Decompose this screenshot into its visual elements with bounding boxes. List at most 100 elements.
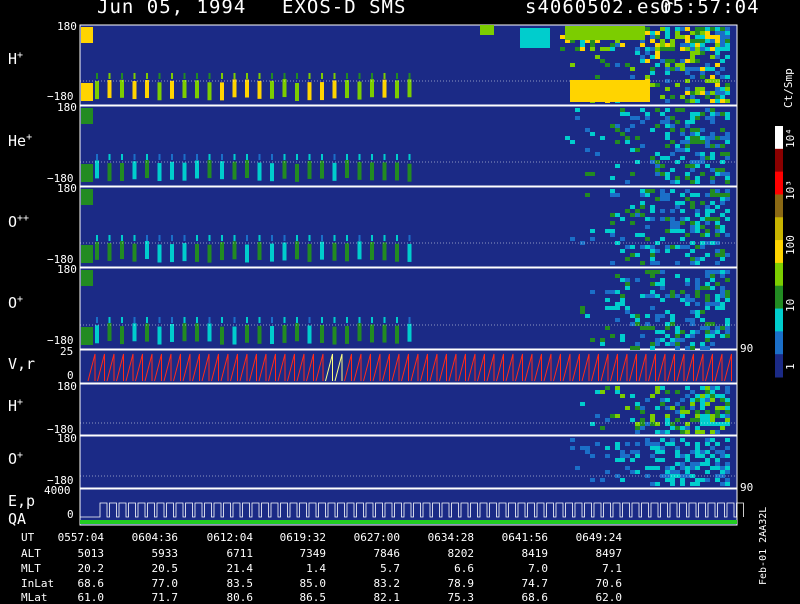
table-cell: 7349 xyxy=(299,547,327,560)
flux-cell xyxy=(645,438,650,442)
flux-cell xyxy=(650,257,655,261)
flux-cell xyxy=(695,209,700,213)
spin-burst-top xyxy=(308,154,311,160)
flux-cell xyxy=(690,39,695,43)
spin-burst xyxy=(395,243,399,262)
flux-cell xyxy=(705,164,710,168)
flux-cell xyxy=(665,124,670,128)
flux-cell xyxy=(650,47,655,51)
flux-cell xyxy=(720,128,725,132)
flux-cell xyxy=(725,326,730,330)
flux-cell xyxy=(685,430,690,434)
flux-cell xyxy=(605,63,610,67)
spin-burst xyxy=(270,80,274,99)
flux-cell xyxy=(660,402,665,406)
flux-cell xyxy=(720,450,725,454)
flux-cell xyxy=(705,140,710,144)
table-cell: 61.0 xyxy=(77,591,105,604)
flux-cell xyxy=(705,478,710,482)
flux-cell xyxy=(705,205,710,209)
flux-cell xyxy=(680,426,685,430)
flux-cell xyxy=(710,414,715,418)
flux-cell xyxy=(615,274,620,278)
spin-burst-top xyxy=(121,154,123,160)
flux-cell xyxy=(615,213,620,217)
flux-cell xyxy=(690,205,695,209)
flux-cell xyxy=(710,430,715,434)
flux-cell xyxy=(590,43,595,47)
flux-cell xyxy=(645,112,650,116)
flux-cell xyxy=(650,205,655,209)
spin-burst-top xyxy=(321,73,323,79)
flux-cell xyxy=(585,193,590,197)
flux-cell xyxy=(715,47,720,51)
flux-cell xyxy=(680,193,685,197)
flux-cell xyxy=(590,290,595,294)
flux-cell xyxy=(660,450,665,454)
spin-burst-top xyxy=(158,235,161,241)
tick-vr-top: 25 xyxy=(60,345,74,358)
flux-cell xyxy=(630,450,635,454)
flux-cell xyxy=(675,346,680,350)
spin-burst-top xyxy=(108,154,111,160)
flux-cell xyxy=(685,91,690,95)
flux-cell xyxy=(725,398,730,402)
flux-cell xyxy=(670,168,675,172)
flux-cell xyxy=(715,71,720,75)
flux-cell xyxy=(575,47,580,51)
flux-cell xyxy=(675,221,680,225)
flux-cell xyxy=(700,31,705,35)
flux-cell xyxy=(690,225,695,229)
flux-cell xyxy=(710,193,715,197)
flux-cell xyxy=(705,270,710,274)
flux-cell xyxy=(685,39,690,43)
spin-burst-top xyxy=(233,235,236,241)
row-label-mlat: MLat xyxy=(21,591,48,604)
flux-cell xyxy=(660,209,665,213)
flux-cell xyxy=(710,438,715,442)
flux-cell xyxy=(630,394,635,398)
flux-cell xyxy=(660,59,665,63)
flux-cell xyxy=(705,390,710,394)
flux-cell xyxy=(700,478,705,482)
spin-burst xyxy=(120,79,124,98)
spin-burst-top xyxy=(183,235,186,241)
flux-cell xyxy=(705,322,710,326)
flux-cell xyxy=(725,193,730,197)
flux-cell xyxy=(705,108,710,112)
flux-cell xyxy=(660,446,665,450)
spin-burst-top xyxy=(196,73,198,79)
spin-burst xyxy=(395,162,399,181)
flux-cell xyxy=(655,294,660,298)
flux-cell xyxy=(640,426,645,430)
table-cell: 82.1 xyxy=(373,591,401,604)
flux-cell xyxy=(655,164,660,168)
flux-cell xyxy=(705,31,710,35)
flux-cell xyxy=(620,237,625,241)
flux-cell xyxy=(665,99,670,103)
flux-cell xyxy=(635,450,640,454)
flux-cell xyxy=(600,478,605,482)
flux-cell xyxy=(695,257,700,261)
flux-cell xyxy=(675,418,680,422)
spin-burst xyxy=(245,79,249,98)
flux-cell xyxy=(575,116,580,120)
flux-cell xyxy=(635,47,640,51)
flux-cell xyxy=(720,201,725,205)
edge-flux xyxy=(81,27,93,43)
spin-burst xyxy=(370,324,374,343)
spin-burst xyxy=(407,323,412,342)
flux-cell xyxy=(580,306,585,310)
spin-burst xyxy=(157,163,162,182)
spin-burst xyxy=(207,82,212,101)
flux-cell xyxy=(690,31,695,35)
flux-cell xyxy=(720,470,725,474)
flux-cell xyxy=(690,99,695,103)
flux-cell xyxy=(715,27,720,31)
spin-burst xyxy=(370,241,374,260)
spin-burst-top xyxy=(208,317,211,323)
flux-cell xyxy=(710,55,715,59)
flux-cell xyxy=(665,59,670,63)
spin-burst xyxy=(145,323,149,342)
tick-h-top: 180 xyxy=(57,20,77,33)
